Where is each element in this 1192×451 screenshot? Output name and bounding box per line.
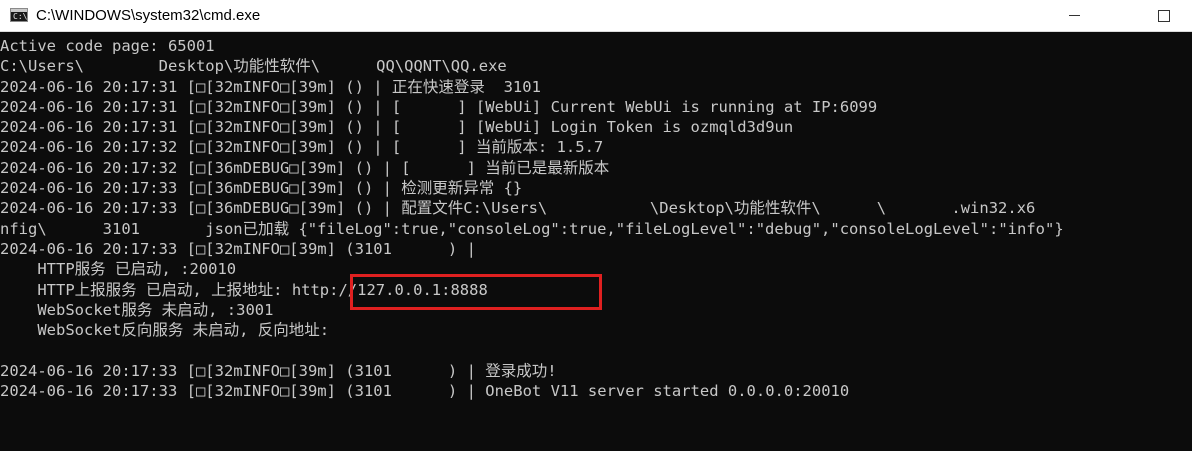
- maximize-button[interactable]: [1140, 0, 1186, 32]
- console-line-latest-version: 2024-06-16 20:17:32 [□[36mDEBUG□[39m] ()…: [0, 158, 610, 177]
- console-line-webui-ip: 2024-06-16 20:17:31 [□[32mINFO□[39m] () …: [0, 97, 878, 116]
- cmd-window: C:\ C:\WINDOWS\system32\cmd.exe Active c…: [0, 0, 1192, 451]
- console-line-code-page: Active code page: 65001: [0, 37, 215, 55]
- console-line-update-error: 2024-06-16 20:17:33 [□[36mDEBUG□[39m] ()…: [0, 179, 523, 198]
- cmd-app-icon-glyph: C:\: [13, 12, 28, 21]
- console-line-websocket-reverse: WebSocket反向服务 未启动, 反向地址:: [0, 321, 330, 340]
- console-line-login-token: 2024-06-16 20:17:31 [□[32mINFO□[39m] () …: [0, 118, 794, 137]
- maximize-icon: [1158, 10, 1170, 22]
- title-bar[interactable]: C:\ C:\WINDOWS\system32\cmd.exe: [0, 0, 1192, 32]
- console-output[interactable]: Active code page: 65001 C:\Users\ Deskto…: [0, 36, 1192, 451]
- console-line-version: 2024-06-16 20:17:32 [□[32mINFO□[39m] () …: [0, 138, 604, 157]
- report-url-highlight: [350, 274, 602, 310]
- console-line-quick-login: 2024-06-16 20:17:31 [□[32mINFO□[39m] () …: [0, 77, 541, 96]
- console-line-exe-path: C:\Users\ Desktop\功能性软件\ QQ\QQNT\QQ.exe: [0, 57, 507, 76]
- console-line-onebot-started: 2024-06-16 20:17:33 [□[32mINFO□[39m] (31…: [0, 382, 850, 401]
- console-line-config-file: 2024-06-16 20:17:33 [□[36mDEBUG□[39m] ()…: [0, 199, 1036, 218]
- console-line-login-success: 2024-06-16 20:17:33 [□[32mINFO□[39m] (31…: [0, 361, 557, 380]
- window-title: C:\WINDOWS\system32\cmd.exe: [36, 7, 261, 24]
- minimize-icon: [1069, 15, 1080, 16]
- console-line-config-loaded: nfig\ 3101 json已加载 {"fileLog":true,"cons…: [0, 219, 1064, 238]
- cmd-app-icon[interactable]: C:\: [10, 8, 28, 22]
- minimize-button[interactable]: [1054, 0, 1100, 32]
- console-line-info-header: 2024-06-16 20:17:33 [□[32mINFO□[39m] (31…: [0, 239, 476, 258]
